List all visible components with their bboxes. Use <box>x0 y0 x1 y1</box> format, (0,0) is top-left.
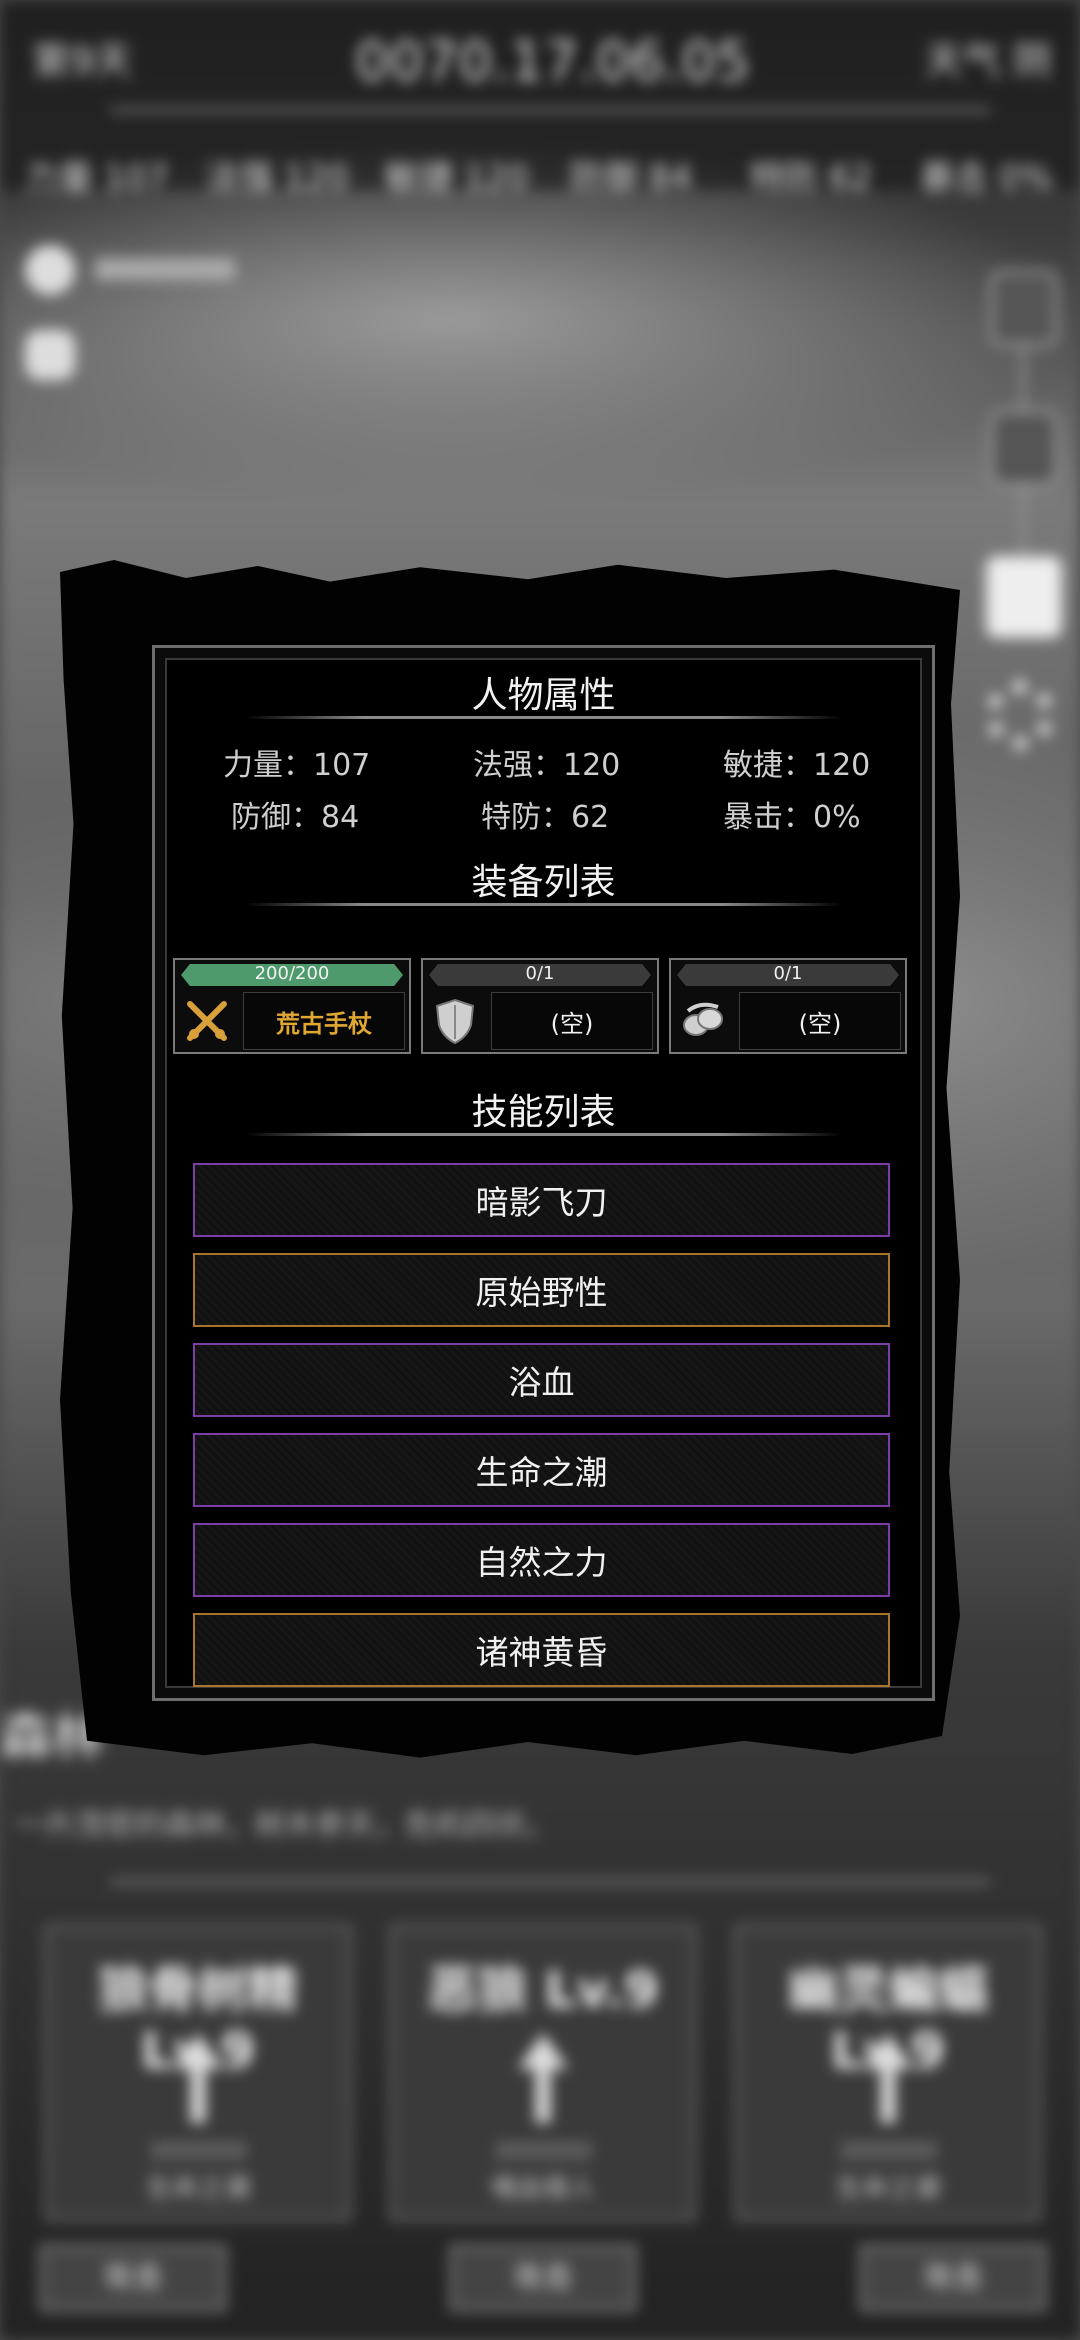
skill-item[interactable]: 暗影飞刀 <box>193 1163 890 1237</box>
crossed-swords-icon <box>181 994 233 1048</box>
durability-text: 0/1 <box>525 963 555 984</box>
title-underline <box>245 903 842 906</box>
attribute-crit: 暴击：0% <box>723 800 861 835</box>
attribute-magic-defense: 特防：62 <box>481 800 610 835</box>
map-node <box>990 270 1058 346</box>
skill-item[interactable]: 浴血 <box>193 1343 890 1417</box>
equipment-slot-weapon[interactable]: 200/200 荒古手杖 <box>173 958 411 1054</box>
title-underline <box>245 716 842 719</box>
equipment-slot-accessory[interactable]: 0/1 (空) <box>669 958 907 1054</box>
enemy-card: 狼骨树精 Lv.9 ???????生命之潮 <box>45 1925 351 2221</box>
map-node <box>990 410 1058 486</box>
top-divider <box>110 108 990 112</box>
attribute-defense: 防御：84 <box>231 800 360 835</box>
bg-stat: 暴击 0% <box>920 158 1053 198</box>
up-arrow-icon <box>518 2033 568 2123</box>
weather-label: 天气 阴 <box>925 39 1052 83</box>
skill-item[interactable]: 生命之潮 <box>193 1433 890 1507</box>
gear-icon <box>985 680 1055 750</box>
day-label: 第9天 <box>32 39 133 83</box>
enemy-name: 恶狼 Lv.9 <box>427 1961 659 2019</box>
equipment-name: (空) <box>491 992 653 1050</box>
attribute-agility: 敏捷：120 <box>723 748 871 783</box>
game-clock: 0070.17.06.05 <box>355 30 751 93</box>
attribute-strength: 力量：107 <box>223 748 371 783</box>
enemy-skills: ??????? 生命之潮 <box>835 2140 940 2204</box>
title-underline <box>245 1133 842 1136</box>
equipment-name: (空) <box>739 992 901 1050</box>
attack-button: 攻击 <box>860 2245 1046 2311</box>
durability-text: 0/1 <box>773 963 803 984</box>
enemy-skills: ??????? 生命之潮 <box>145 2140 250 2204</box>
attributes-title: 人物属性 <box>471 675 616 716</box>
bg-stat: 敏捷 120 <box>385 158 529 198</box>
bg-stat: 法强 120 <box>205 158 349 198</box>
section-divider <box>110 1880 990 1884</box>
equipment-title: 装备列表 <box>471 862 616 903</box>
attribute-magic: 法强：120 <box>473 748 621 783</box>
map-node-current <box>985 555 1063 639</box>
enemy-card: 幽灵蝙蝠 Lv.9 ???????生命之潮 <box>735 1925 1041 2221</box>
attack-button: 攻击 <box>450 2245 636 2311</box>
accessory-icon <box>677 994 729 1048</box>
strength-icon <box>25 330 75 380</box>
enemy-skills: ??????? 嗜血猎人 <box>490 2140 595 2204</box>
enemy-card: 恶狼 Lv.9 ??????? 嗜血猎人 <box>390 1925 696 2221</box>
equipment-slot-armor[interactable]: 0/1 (空) <box>421 958 659 1054</box>
bg-stat: 防御 84 <box>570 158 693 198</box>
skills-title: 技能列表 <box>471 1092 616 1133</box>
bg-stat: 特防 62 <box>750 158 873 198</box>
heart-icon <box>25 245 75 295</box>
region-description: 一片茂密的森林，树木参天，危机四伏。 <box>15 1808 555 1843</box>
bg-stat: 力量 107 <box>25 158 169 198</box>
skill-item[interactable]: 诸神黄昏 <box>193 1613 890 1687</box>
equipment-name: 荒古手杖 <box>243 992 405 1050</box>
shield-icon <box>429 994 481 1048</box>
skill-item[interactable]: 自然之力 <box>193 1523 890 1597</box>
attack-button: 攻击 <box>40 2245 226 2311</box>
durability-text: 200/200 <box>254 963 330 984</box>
hp-bar <box>95 258 235 280</box>
skill-item[interactable]: 原始野性 <box>193 1253 890 1327</box>
character-panel: 人物属性 力量：107 法强：120 敏捷：120 防御：84 特防：62 暴击… <box>152 645 935 1701</box>
